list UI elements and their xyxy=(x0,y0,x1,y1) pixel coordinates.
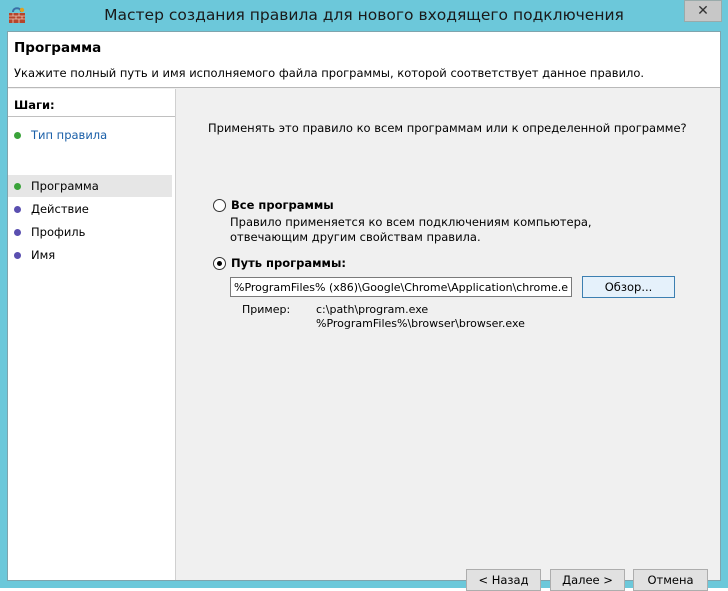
all-programs-label[interactable]: Все программы xyxy=(231,198,334,212)
all-programs-radio[interactable] xyxy=(213,199,226,212)
all-programs-description: Правило применяется ко всем подключениям… xyxy=(230,215,592,244)
step-status-icon xyxy=(14,206,21,213)
title-bar[interactable]: Мастер создания правила для нового входя… xyxy=(0,0,728,32)
program-path-input[interactable] xyxy=(230,277,572,297)
scope-question: Применять это правило ко всем программам… xyxy=(208,121,687,135)
program-path-label[interactable]: Путь программы: xyxy=(231,256,346,270)
close-button[interactable]: ✕ xyxy=(684,0,722,22)
window-title: Мастер создания правила для нового входя… xyxy=(104,6,624,24)
step-status-icon xyxy=(14,252,21,259)
step-label: Имя xyxy=(31,248,56,262)
steps-title: Шаги: xyxy=(14,98,55,112)
step-profile[interactable]: Профиль xyxy=(8,221,172,243)
step-status-icon xyxy=(14,183,21,190)
step-label: Действие xyxy=(31,202,89,216)
step-label: Профиль xyxy=(31,225,86,239)
page-title: Программа xyxy=(14,40,102,56)
radio-selected-dot xyxy=(217,261,222,266)
example-label: Пример: xyxy=(242,303,291,316)
step-name[interactable]: Имя xyxy=(8,244,172,266)
step-program[interactable]: Программа xyxy=(8,175,172,197)
main-content: Применять это правило ко всем программам… xyxy=(184,89,720,591)
steps-sidebar: Шаги: Тип правила Программа Действие Про… xyxy=(8,89,176,580)
step-rule-type[interactable]: Тип правила xyxy=(8,124,172,146)
browse-button[interactable]: Обзор... xyxy=(582,276,675,298)
steps-divider xyxy=(8,116,175,117)
step-status-icon xyxy=(14,229,21,236)
example-path-1: c:\path\program.exe xyxy=(316,303,429,316)
step-action[interactable]: Действие xyxy=(8,198,172,220)
page-header: Программа Укажите полный путь и имя испо… xyxy=(8,32,720,88)
example-paths: c:\path\program.exe %ProgramFiles%\brows… xyxy=(316,303,525,331)
example-path-2: %ProgramFiles%\browser\browser.exe xyxy=(316,317,525,330)
step-label: Программа xyxy=(31,179,99,193)
step-label: Тип правила xyxy=(31,128,108,142)
wizard-window: Мастер создания правила для нового входя… xyxy=(0,0,728,591)
program-path-radio[interactable] xyxy=(213,257,226,270)
page-description: Укажите полный путь и имя исполняемого ф… xyxy=(14,66,645,80)
dialog-client-area: Программа Укажите полный путь и имя испо… xyxy=(7,31,721,591)
step-status-icon xyxy=(14,132,21,139)
